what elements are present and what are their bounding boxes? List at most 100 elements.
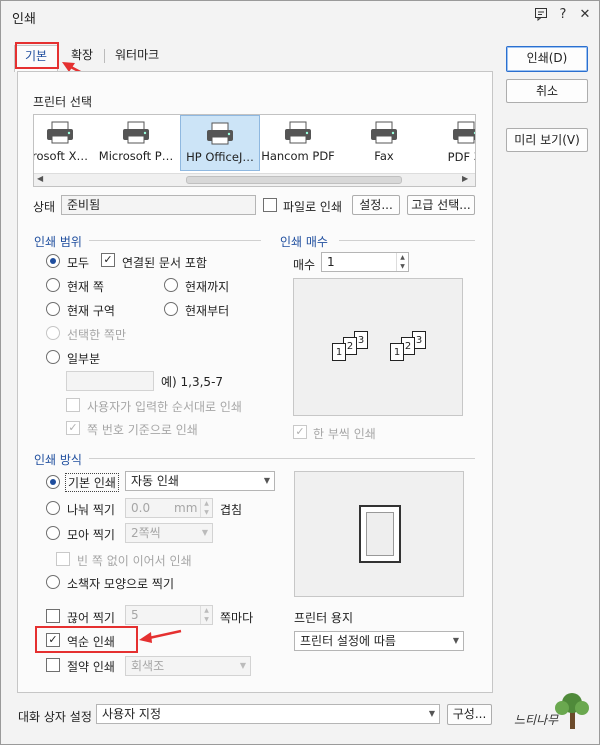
per-pages-label: 쪽마다	[220, 611, 254, 625]
printer-item[interactable]: Microsoft P…	[96, 115, 176, 169]
printer-icon	[207, 122, 233, 145]
partial-range-input[interactable]	[66, 371, 154, 391]
help-icon[interactable]: ?	[554, 7, 572, 25]
printer-name: Fax	[374, 149, 394, 163]
nup-spinner[interactable]: ▲ ▼	[200, 499, 212, 517]
close-icon[interactable]: ✕	[576, 7, 594, 25]
printer-list-scrollbar[interactable]: ◀ ▶	[34, 173, 475, 186]
nup-down-icon[interactable]: ▼	[204, 509, 209, 516]
settings-button[interactable]: 설정...	[352, 195, 400, 215]
annotation-box-reverse	[35, 626, 138, 653]
range-all-radio[interactable]	[46, 254, 60, 268]
range-current-page-label: 현재 쪽	[67, 280, 104, 294]
basic-print-combo[interactable]: 자동 인쇄 ▼	[125, 471, 275, 491]
range-partial-radio[interactable]	[46, 350, 60, 364]
printer-name: HP OfficeJ…	[186, 150, 254, 164]
page-number-basis-label: 쪽 번호 기준으로 인쇄	[87, 423, 198, 437]
status-value: 준비됨	[61, 195, 256, 215]
copy-preview-page: 1	[390, 343, 404, 361]
saving-chevron-icon: ▼	[239, 661, 246, 670]
range-current-section-radio[interactable]	[46, 302, 60, 316]
no-blank-label: 빈 쪽 없이 이어서 인쇄	[77, 554, 192, 568]
copies-input[interactable]: 1 ▲ ▼	[321, 252, 409, 272]
cut-spinner[interactable]: ▲ ▼	[200, 606, 212, 624]
printer-item[interactable]: Hancom PDF	[258, 115, 338, 169]
copy-stack-2: 123	[390, 331, 436, 367]
copies-down-icon[interactable]: ▼	[400, 263, 405, 270]
method-basic-radio[interactable]	[46, 475, 60, 489]
preview-page	[359, 505, 401, 563]
copies-up-icon[interactable]: ▲	[400, 254, 405, 261]
dialog-settings-chevron-icon: ▼	[428, 709, 435, 718]
scroll-thumb[interactable]	[186, 176, 402, 184]
method-nup-radio[interactable]	[46, 501, 60, 515]
nup-unit: mm	[174, 501, 198, 515]
printer-icon	[371, 121, 397, 144]
cut-print-value: 5	[131, 608, 139, 622]
range-up-to-current-radio[interactable]	[164, 278, 178, 292]
printer-item[interactable]: HP OfficeJ…	[180, 115, 260, 171]
include-linked-checkbox[interactable]: ✓	[101, 253, 115, 267]
method-collect-label: 모아 찍기	[67, 528, 115, 542]
nup-value: 0.0	[131, 501, 151, 515]
advanced-button[interactable]: 고급 선택...	[407, 195, 475, 215]
print-button[interactable]: 인쇄(D)	[506, 46, 588, 72]
printer-icon: A	[453, 121, 475, 144]
saving-print-combo[interactable]: 회색조 ▼	[125, 656, 251, 676]
tab-watermark[interactable]: 워터마크	[115, 45, 159, 67]
range-all-label: 모두	[67, 256, 90, 270]
nup-up-icon[interactable]: ▲	[204, 500, 209, 507]
saving-print-label: 절약 인쇄	[67, 660, 115, 674]
print-to-file-checkbox[interactable]	[263, 198, 277, 212]
preview-button[interactable]: 미리 보기(V)	[506, 128, 588, 152]
collate-label: 한 부씩 인쇄	[313, 427, 376, 441]
cut-print-input[interactable]: 5 ▲ ▼	[125, 605, 213, 625]
dialog-settings-value: 사용자 지정	[102, 707, 162, 721]
method-nup-label: 나눠 찍기	[67, 503, 115, 517]
range-current-page-radio[interactable]	[46, 278, 60, 292]
printer-list[interactable]: rosoft X… Microsoft P… HP OfficeJ… Hancom P…	[33, 114, 476, 187]
range-selected-label: 선택한 쪽만	[67, 328, 127, 342]
chevron-down-icon: ▼	[263, 476, 270, 485]
range-up-to-current-label: 현재까지	[185, 280, 230, 294]
printer-name: PDF 저	[447, 150, 475, 164]
cut-up-icon[interactable]: ▲	[204, 607, 209, 614]
printer-name: rosoft X…	[33, 149, 88, 163]
collect-chevron-icon: ▼	[201, 528, 208, 537]
printer-item[interactable]: Fax	[344, 115, 424, 169]
collect-combo[interactable]: 2쪽씩 ▼	[125, 523, 213, 543]
method-booklet-radio[interactable]	[46, 575, 60, 589]
page-preview	[294, 471, 464, 597]
cut-print-checkbox[interactable]	[46, 609, 60, 623]
print-range-divider	[89, 240, 261, 241]
user-order-checkbox[interactable]	[66, 398, 80, 412]
no-blank-checkbox[interactable]	[56, 552, 70, 566]
collate-checkbox[interactable]: ✓	[293, 425, 307, 439]
range-from-current-label: 현재부터	[185, 304, 230, 318]
printer-item[interactable]: rosoft X…	[33, 115, 100, 169]
nup-input[interactable]: 0.0 mm ▲ ▼	[125, 498, 213, 518]
method-collect-radio[interactable]	[46, 526, 60, 540]
copies-spinner[interactable]: ▲ ▼	[396, 253, 408, 271]
range-partial-label: 일부분	[67, 352, 101, 366]
page-number-basis-checkbox[interactable]: ✓	[66, 421, 80, 435]
watermark-logo: 느티나무	[514, 691, 600, 745]
print-to-file-label: 파일로 인쇄	[283, 200, 343, 214]
saving-print-value: 회색조	[131, 659, 165, 673]
scroll-right-icon[interactable]: ▶	[462, 174, 468, 183]
scroll-left-icon[interactable]: ◀	[37, 174, 43, 183]
notes-icon[interactable]	[532, 7, 550, 25]
copies-preview: 123 123	[293, 278, 463, 416]
saving-print-checkbox[interactable]	[46, 658, 60, 672]
compose-button[interactable]: 구성...	[447, 704, 492, 725]
printer-select-label: 프린터 선택	[33, 95, 93, 109]
printer-item[interactable]: A PDF 저	[426, 115, 475, 169]
cut-down-icon[interactable]: ▼	[204, 616, 209, 623]
cancel-button[interactable]: 취소	[506, 79, 588, 103]
range-selected-radio[interactable]	[46, 326, 60, 340]
dialog-settings-label: 대화 상자 설정	[18, 710, 92, 724]
paper-combo[interactable]: 프린터 설정에 따름 ▼	[294, 631, 464, 651]
dialog-settings-combo[interactable]: 사용자 지정 ▼	[96, 704, 440, 724]
tab-watermark-label: 워터마크	[115, 48, 160, 62]
range-from-current-radio[interactable]	[164, 302, 178, 316]
